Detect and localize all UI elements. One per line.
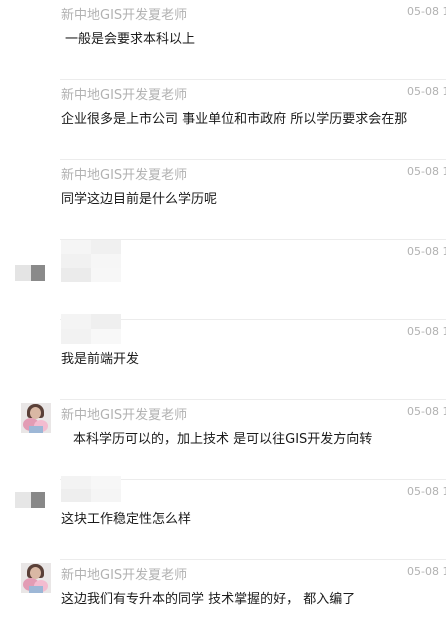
message-time: 05-08 1 (407, 325, 446, 338)
blurred-avatar[interactable] (15, 492, 45, 508)
message-text: 本科学历可以的，加上技术 是可以往GIS开发方向转 (73, 432, 373, 447)
message-time: 05-08 1 (407, 405, 446, 418)
message-time: 05-08 1 (407, 485, 446, 498)
message-text: 这边我们有专升本的同学 技术掌握的好， 都入编了 (61, 592, 356, 607)
message-text: 这块工作稳定性怎么样 (61, 512, 192, 527)
message-text: 一般是会要求本科以上 (65, 32, 196, 47)
chat-message[interactable]: 新中地GIS开发夏老师 05-08 1 这边我们有专升本的同学 技术掌握的好， … (0, 560, 446, 617)
chat-message[interactable]: 新中地GIS开发夏老师 05-08 1 本科学历可以的，加上技术 是可以往GIS… (0, 400, 446, 480)
chat-message[interactable]: 新中地GIS开发夏老师 05-08 1 企业很多是上市公司 事业单位和市政府 所… (0, 80, 446, 160)
blurred-sender-name (61, 476, 121, 502)
blurred-sender-name (61, 240, 121, 282)
blurred-avatar[interactable] (15, 265, 45, 281)
message-text: 企业很多是上市公司 事业单位和市政府 所以学历要求会在那 (61, 112, 408, 127)
chat-message[interactable]: 05-08 1 (0, 240, 446, 320)
sender-name: 新中地GIS开发夏老师 (61, 568, 188, 583)
chat-message[interactable]: 新中地GIS开发夏老师 05-08 1 同学这边目前是什么学历呢 (0, 160, 446, 240)
sender-name: 新中地GIS开发夏老师 (61, 8, 188, 23)
message-time: 05-08 1 (407, 245, 446, 258)
sender-name: 新中地GIS开发夏老师 (61, 408, 188, 423)
message-text: 同学这边目前是什么学历呢 (61, 192, 218, 207)
blurred-sender-name (61, 314, 121, 344)
chat-message[interactable]: 05-08 1 这块工作稳定性怎么样 (0, 476, 446, 560)
chat-message[interactable]: 05-08 1 我是前端开发 (0, 314, 446, 400)
chat-thread[interactable]: 新中地GIS开发夏老师 05-08 1 一般是会要求本科以上 新中地GIS开发夏… (0, 0, 446, 617)
message-text: 我是前端开发 (61, 352, 140, 367)
message-time: 05-08 1 (407, 5, 446, 18)
sender-name: 新中地GIS开发夏老师 (61, 168, 188, 183)
chat-message[interactable]: 新中地GIS开发夏老师 05-08 1 一般是会要求本科以上 (0, 0, 446, 80)
message-time: 05-08 1 (407, 165, 446, 178)
avatar[interactable] (21, 563, 51, 593)
message-time: 05-08 1 (407, 85, 446, 98)
avatar[interactable] (21, 403, 51, 433)
message-time: 05-08 1 (407, 565, 446, 578)
sender-name: 新中地GIS开发夏老师 (61, 88, 188, 103)
